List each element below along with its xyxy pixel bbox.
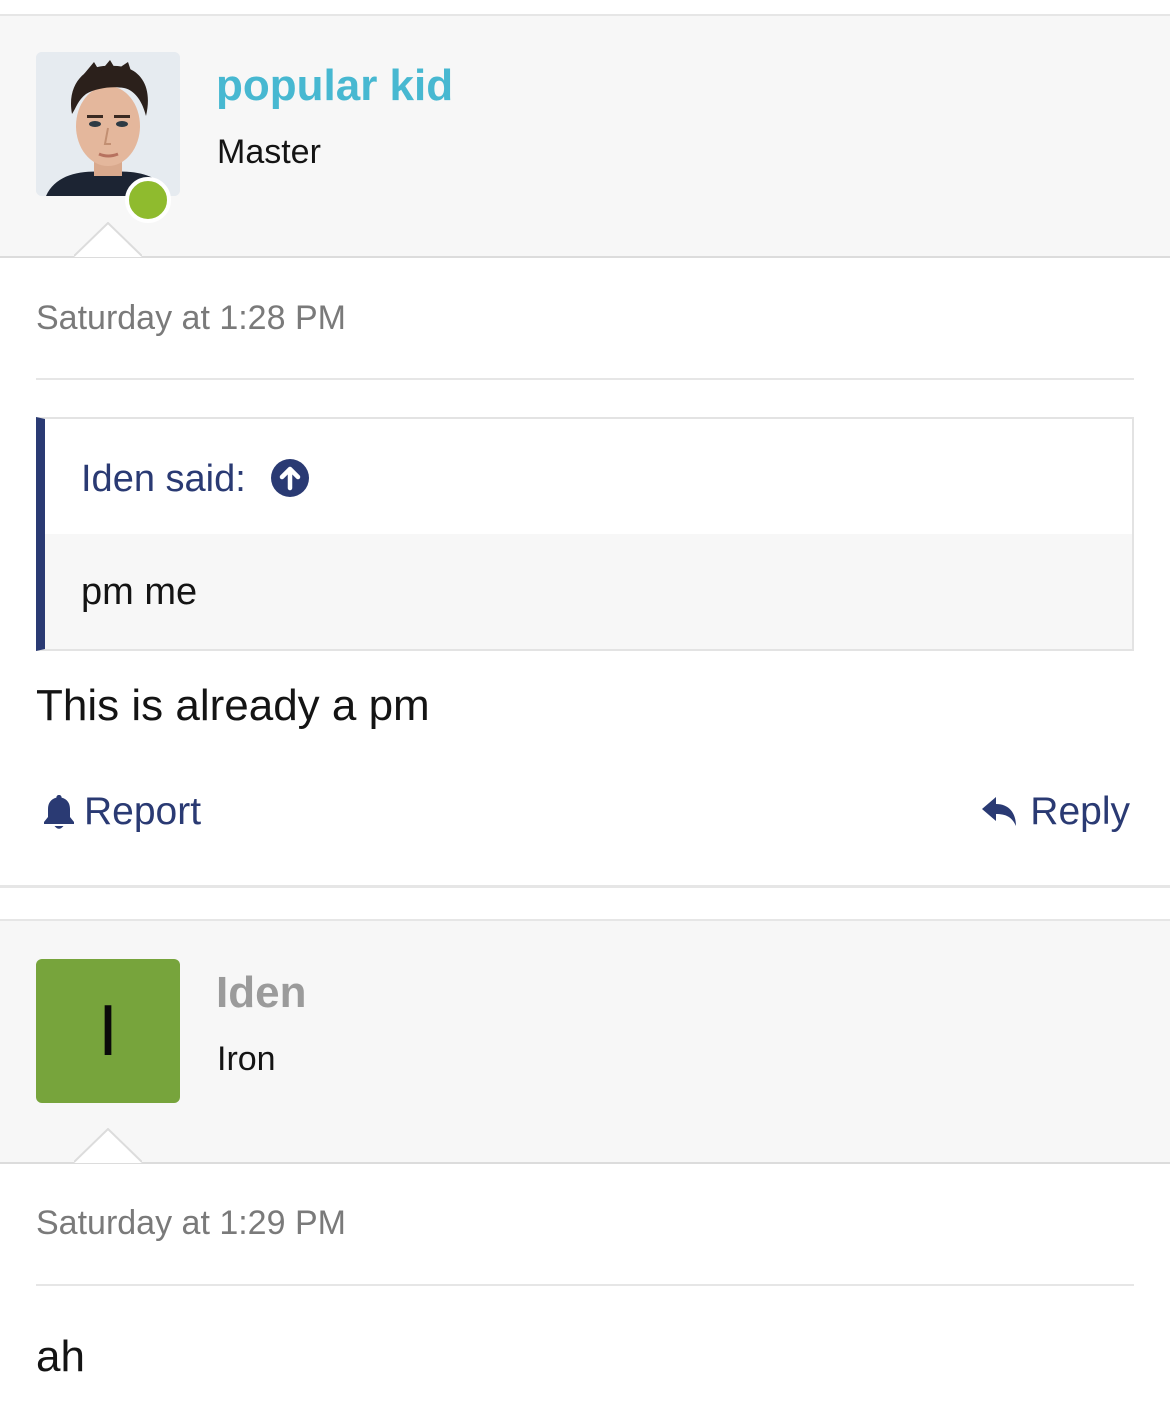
avatar[interactable] [36, 52, 180, 223]
post-author-title: Iron [217, 1040, 276, 1078]
quote-text: pm me [81, 571, 198, 613]
header-caret [74, 1128, 142, 1163]
post-user-header: popular kid Master [0, 14, 1170, 258]
quote-header: Iden said: [45, 419, 1132, 534]
message-post: I Iden Iron Saturday at 1:29 PM ah [0, 919, 1170, 1421]
post-message: ah [36, 1332, 85, 1381]
conversation-page: popular kid Master Saturday at 1:28 PM I… [0, 0, 1170, 1421]
report-label: Report [84, 790, 202, 833]
reply-arrow-icon [980, 794, 1020, 830]
report-button[interactable]: Report [42, 786, 201, 838]
post-divider [36, 378, 1134, 380]
post-divider [36, 1284, 1134, 1286]
post-message: This is already a pm [36, 681, 430, 730]
online-status-dot [125, 177, 171, 223]
message-post: popular kid Master Saturday at 1:28 PM I… [0, 14, 1170, 888]
reply-button[interactable]: Reply [980, 786, 1130, 838]
post-author-title: Master [217, 133, 321, 171]
quote-block: Iden said: pm me [36, 417, 1134, 651]
post-timestamp[interactable]: Saturday at 1:28 PM [36, 298, 346, 338]
reply-label: Reply [1030, 790, 1130, 833]
bell-icon [42, 792, 80, 832]
post-separator [0, 885, 1170, 888]
avatar[interactable]: I [36, 959, 180, 1103]
post-timestamp[interactable]: Saturday at 1:29 PM [36, 1203, 346, 1243]
quote-body: pm me [45, 534, 1132, 649]
quote-author[interactable]: Iden said: [81, 457, 246, 501]
post-author-name[interactable]: popular kid [216, 60, 453, 112]
post-author-name[interactable]: Iden [216, 967, 306, 1019]
avatar-photo [36, 52, 180, 196]
post-user-header: I Iden Iron [0, 919, 1170, 1164]
header-caret [74, 222, 142, 257]
arrow-up-circle-icon[interactable] [271, 459, 309, 497]
